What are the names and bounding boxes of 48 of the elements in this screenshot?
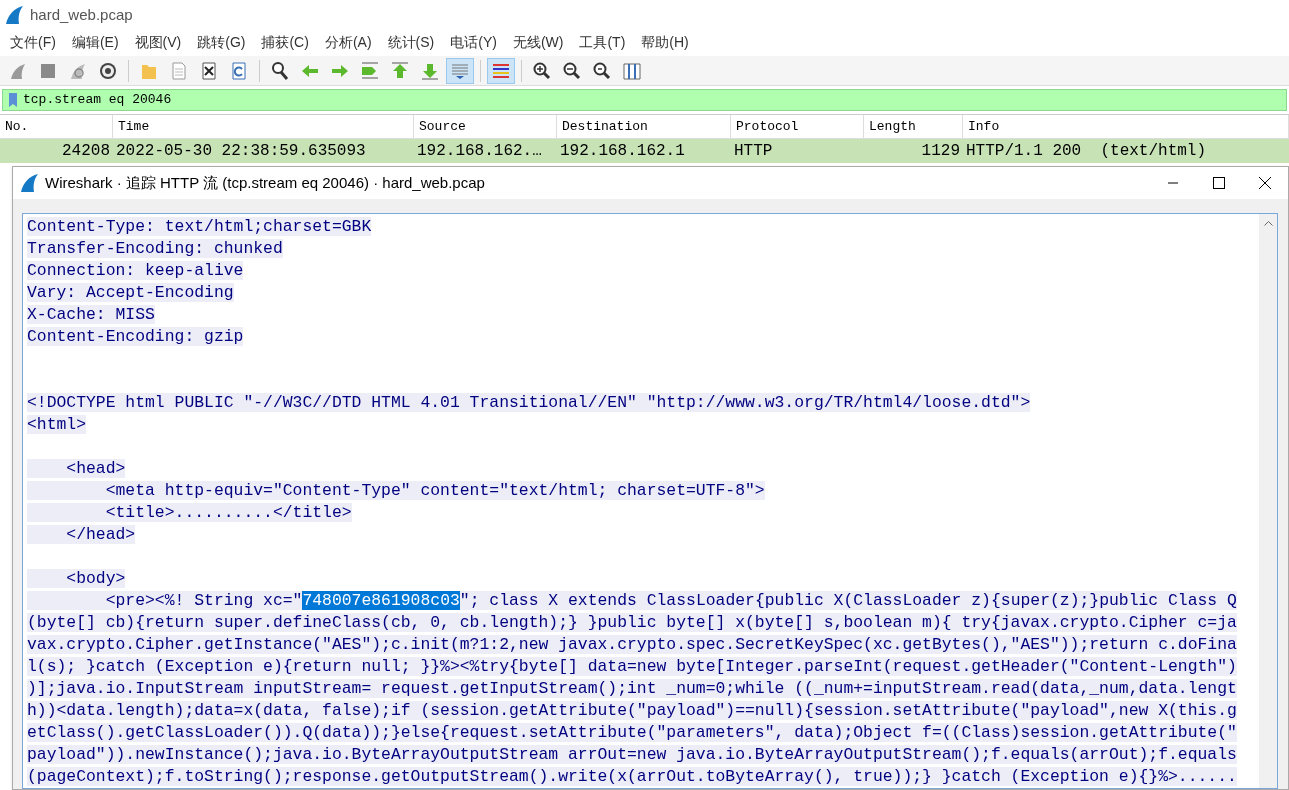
window-title: hard_web.pcap: [30, 4, 133, 25]
menu-item[interactable]: 编辑(E): [63, 31, 127, 53]
table-cell-text: 2022-05-30 22:38:59.635093: [115, 141, 367, 162]
close-file-icon: [199, 60, 219, 81]
menu-item[interactable]: 文件(F): [2, 31, 64, 53]
app-logo-icon: [19, 173, 39, 193]
up-arrow-icon: [390, 60, 410, 81]
zoom-reset-icon: [592, 60, 612, 81]
column-header[interactable]: Protocol: [736, 116, 799, 137]
menu-item[interactable]: 统计(S): [379, 31, 443, 53]
dialog-title: Wireshark · 追踪 HTTP 流 (tcp.stream eq 20046) · hard_web.pcap: [45, 172, 485, 193]
packet-row[interactable]: 24208 2022-05-30 22:38:59.635093 192.168.162.… 192.168.162.1 HTTP 1129 HTTP/1.1 200 (text/html): [0, 139, 1289, 163]
zoom-in-icon: [532, 60, 552, 81]
menu-item[interactable]: 跳转(G): [189, 31, 254, 53]
menu-item[interactable]: 电话(Y): [442, 31, 505, 53]
column-header[interactable]: Destination: [562, 116, 648, 137]
jump-arrow-icon: [360, 60, 380, 81]
colored-lines-button[interactable]: [487, 57, 515, 84]
zoom-out-icon: [562, 60, 582, 81]
gear-icon: [98, 60, 118, 81]
table-cell-text: 24208: [61, 141, 111, 162]
app-logo-icon: [4, 5, 24, 25]
table-cell-text: HTTP: [733, 141, 774, 162]
menu-item[interactable]: 视图(V): [126, 31, 190, 53]
file-icon: [169, 60, 189, 81]
menu-item[interactable]: 无线(W): [504, 31, 572, 53]
menu-item[interactable]: 分析(A): [316, 31, 380, 53]
column-header[interactable]: Info: [968, 116, 1000, 137]
display-filter-field[interactable]: tcp.stream eq 20046: [2, 89, 1287, 111]
table-cell-text: 192.168.162.…: [416, 141, 543, 162]
scroll-up-icon[interactable]: [1263, 220, 1273, 226]
table-cell-text: 1129: [920, 141, 961, 162]
selected-text: 748007e861908c03: [302, 591, 460, 610]
columns-icon: [622, 60, 642, 81]
column-header[interactable]: Time: [118, 116, 150, 137]
table-cell-text: HTTP/1.1 200 (text/html): [965, 141, 1208, 162]
search-icon: [270, 60, 290, 81]
column-header[interactable]: Source: [419, 116, 466, 137]
menu-item[interactable]: 工具(T): [571, 31, 634, 53]
menu-item[interactable]: 帮助(H): [633, 31, 697, 53]
column-header[interactable]: No.: [5, 116, 29, 137]
bookmark-icon: [8, 92, 18, 108]
scrollbar[interactable]: [1259, 214, 1277, 788]
column-header[interactable]: Length: [869, 116, 916, 137]
menu-item[interactable]: 捕获(C): [253, 31, 317, 53]
reload-icon: [229, 60, 249, 81]
autoscroll-button[interactable]: [446, 57, 474, 84]
table-cell-text: 192.168.162.1: [559, 141, 686, 162]
